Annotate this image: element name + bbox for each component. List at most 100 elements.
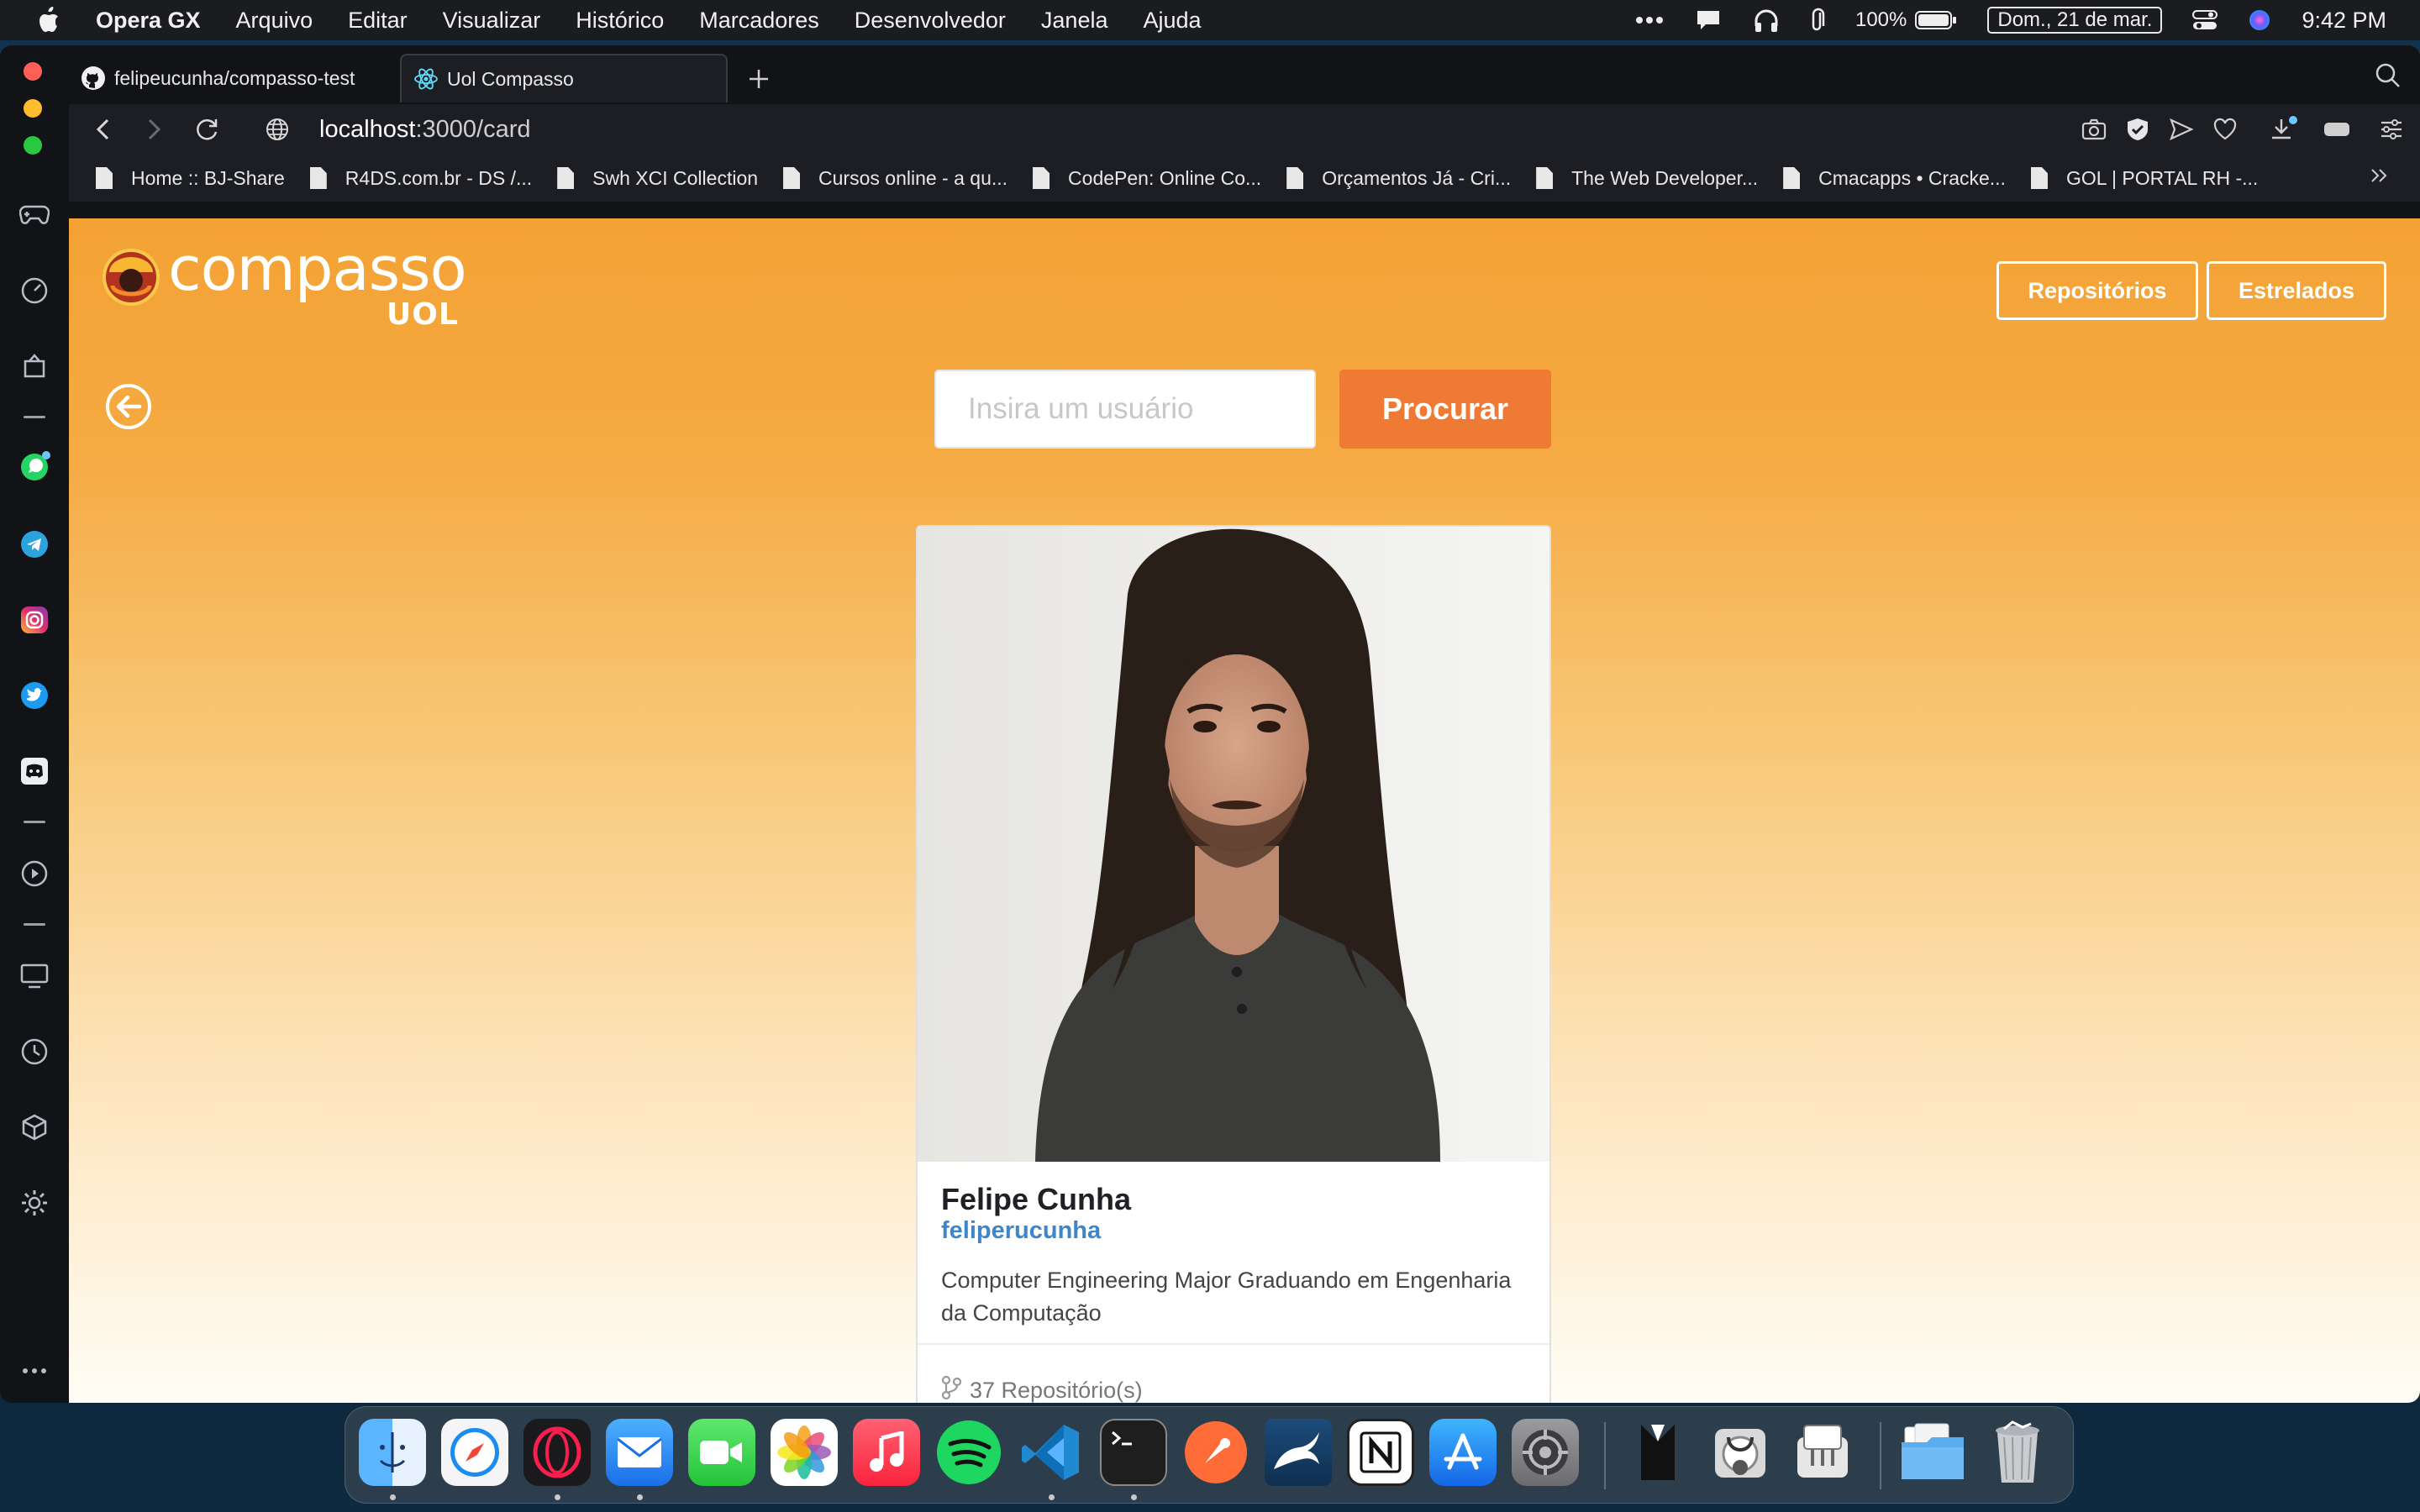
tab-search-icon[interactable] [2375,62,2402,93]
bookmark-item[interactable]: Orçamentos Já - Cri... [1286,167,1511,190]
compasso-logo[interactable]: compasso UOL [101,239,467,332]
history-clock-icon[interactable] [18,1035,51,1068]
repositories-button[interactable]: Repositórios [1996,261,2198,320]
discord-icon[interactable] [18,754,51,788]
battery-icon[interactable] [1915,10,1957,30]
chevron-double-right-icon[interactable] [2370,166,2388,189]
settings-gear-icon[interactable] [18,1186,51,1220]
postman-icon[interactable] [1182,1419,1249,1486]
bookmark-label: R4DS.com.br - DS /... [345,166,533,189]
twitter-icon[interactable] [18,679,51,712]
paperclip-icon[interactable] [1810,8,1825,33]
safari-icon[interactable] [441,1419,508,1486]
whatsapp-icon[interactable] [18,450,51,484]
menu-janela[interactable]: Janela [1041,8,1108,34]
snapshot-icon[interactable] [18,959,51,993]
back-arrow-icon[interactable] [86,113,119,146]
globe-icon[interactable] [260,113,294,146]
easy-setup-menu-icon[interactable] [2375,113,2408,146]
adblock-shield-icon[interactable] [2121,113,2154,146]
telegram-icon[interactable] [18,528,51,561]
siri-icon[interactable] [2248,8,2271,32]
bookmark-item[interactable]: Cursos online - a qu... [783,167,1007,190]
bookmark-item[interactable]: R4DS.com.br - DS /... [309,166,533,190]
notification-icon[interactable] [1694,8,1723,33]
tab-label: Uol Compasso [447,67,574,90]
menu-editar[interactable]: Editar [348,8,408,34]
battery-saver-icon[interactable] [2321,113,2354,146]
bookmark-item[interactable]: Swh XCI Collection [557,167,758,190]
system-preferences-icon[interactable] [1512,1419,1579,1486]
vscode-icon[interactable] [1018,1419,1085,1486]
menu-marcadores[interactable]: Marcadores [699,8,819,34]
headphones-icon[interactable] [1753,8,1780,33]
trash-icon[interactable] [1984,1419,2051,1486]
menu-historico[interactable]: Histórico [576,8,664,34]
browser-window: felipeucunha/compasso-test Uol Compasso [0,45,2420,1403]
instagram-icon[interactable] [18,603,51,637]
menu-desenvolvedor[interactable]: Desenvolvedor [855,8,1006,34]
notion-icon[interactable] [1347,1419,1414,1486]
opera-gx-icon[interactable] [523,1419,591,1486]
system-information-icon[interactable] [1789,1419,1856,1486]
control-center-icon[interactable] [2192,9,2218,31]
mysql-workbench-icon[interactable] [1265,1419,1332,1486]
spotify-icon[interactable] [935,1419,1002,1486]
tab-github[interactable]: felipeucunha/compasso-test [69,54,397,102]
finder-icon[interactable] [359,1419,426,1486]
downloads-folder-icon[interactable] [1900,1419,1967,1486]
gamepad-icon[interactable] [18,198,51,232]
bookmark-item[interactable]: GOL | PORTAL RH -... [2030,167,2258,190]
menu-ajuda[interactable]: Ajuda [1143,8,1201,34]
back-circle-arrow-icon[interactable] [104,382,153,431]
mail-icon[interactable] [606,1419,673,1486]
tab-bar: felipeucunha/compasso-test Uol Compasso [69,45,2420,104]
profile-login-link[interactable]: feliperucunha [941,1217,1101,1245]
camera-icon[interactable] [2077,113,2111,146]
date-display[interactable]: Dom., 21 de mar. [1987,7,2163,34]
bookmark-item[interactable]: Home :: BJ-Share [96,167,285,190]
bookmark-label: The Web Developer... [1571,166,1759,189]
twitch-box-icon[interactable] [18,349,51,383]
menu-visualizar[interactable]: Visualizar [443,8,541,34]
user-search-input[interactable]: Insira um usuário [934,370,1316,449]
bookmark-label: Orçamentos Já - Cri... [1322,166,1512,189]
new-tab-plus-icon[interactable] [744,64,774,94]
forward-arrow-icon[interactable] [138,113,171,146]
bartender-icon[interactable] [1624,1419,1691,1486]
send-icon[interactable] [2165,113,2198,146]
bookmark-item[interactable]: CodePen: Online Co... [1033,167,1261,190]
more-dots-icon[interactable] [1635,16,1664,24]
bookmark-item[interactable]: The Web Developer... [1536,167,1758,190]
bookmark-item[interactable]: Cmacapps • Cracke... [1783,167,2006,190]
profile-photo [918,527,1549,1162]
search-button[interactable]: Procurar [1339,370,1551,449]
menu-arquivo[interactable]: Arquivo [236,8,313,34]
document-icon [783,167,801,189]
sidebar-divider [24,821,45,823]
minimize-window-button[interactable] [24,99,42,118]
address-bar: localhost:3000/card [69,104,2420,155]
terminal-icon[interactable] [1100,1419,1167,1486]
disk-utility-icon[interactable] [1707,1419,1774,1486]
more-options-icon[interactable] [18,1354,51,1388]
close-window-button[interactable] [24,62,42,81]
speedometer-icon[interactable] [18,274,51,307]
running-indicator [555,1494,560,1500]
player-icon[interactable] [18,857,51,890]
apple-icon[interactable] [35,6,60,34]
url-field[interactable]: localhost:3000/card [319,116,531,144]
menu-app-name[interactable]: Opera GX [96,8,201,34]
reload-icon[interactable] [190,113,224,146]
starred-button[interactable]: Estrelados [2207,261,2386,320]
zoom-window-button[interactable] [24,136,42,155]
heart-icon[interactable] [2208,113,2242,146]
clock-time[interactable]: 9:42 PM [2302,8,2386,34]
app-store-icon[interactable] [1429,1419,1497,1486]
music-icon[interactable] [853,1419,920,1486]
tab-uol-compasso[interactable]: Uol Compasso [400,54,728,102]
extensions-cube-icon[interactable] [18,1110,51,1144]
photos-icon[interactable] [771,1419,838,1486]
facetime-icon[interactable] [688,1419,755,1486]
download-icon[interactable] [2267,113,2301,146]
